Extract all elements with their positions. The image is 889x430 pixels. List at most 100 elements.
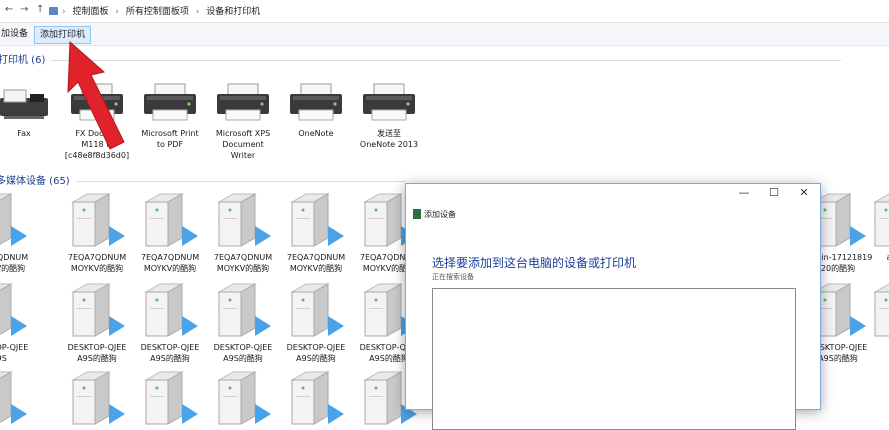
chevron-right-icon: › [115, 7, 119, 17]
media-server-icon [133, 280, 207, 340]
media-device-item[interactable]: DESKTOP-QJEE A9S的酷狗 [133, 280, 207, 364]
device-label-line: A9S [0, 354, 7, 363]
device-label-line: A9S的酷狗 [77, 354, 117, 363]
device-label-line: DESKTOP-QJEE [286, 343, 346, 352]
media-device-item[interactable]: 7EQA7QDNUM MOYKV的酷狗 [133, 190, 207, 274]
printer-item[interactable]: OneNote [282, 78, 350, 139]
search-status: 正在搜索设备 [432, 273, 474, 281]
device-label-line: MOYKV的酷狗 [143, 264, 197, 273]
media-device-item[interactable] [279, 368, 353, 430]
group-title: 打印机 (6) [0, 55, 46, 66]
device-label-line: Fax [17, 129, 31, 138]
media-server-icon [206, 190, 280, 250]
media-device-item[interactable]: DESKTOP-QJEE A9S [0, 280, 36, 364]
back-icon[interactable]: ← [5, 4, 13, 15]
up-icon[interactable]: ↑ [36, 4, 44, 15]
chevron-right-icon: › [195, 7, 200, 17]
add-device-button[interactable]: 加设备 [0, 26, 33, 42]
media-server-icon [0, 368, 36, 428]
close-button[interactable]: ✕ [794, 186, 814, 199]
device-label-line: 7EQA7QDNUM [0, 253, 29, 262]
divider [51, 59, 842, 61]
dialog-heading: 选择要添加到这台电脑的设备或打印机 [432, 256, 637, 270]
media-server-icon [279, 368, 353, 428]
minimize-button[interactable]: — [734, 186, 754, 199]
printer-icon [282, 78, 350, 122]
forward-icon[interactable]: → [20, 4, 28, 15]
device-label-line: 7EQA7QDNUM [67, 253, 127, 262]
device-label-line: MOYKV的酷狗 [0, 264, 26, 273]
device-label-line: 7EQA7QDNUM [140, 253, 200, 262]
printer-icon [355, 78, 423, 122]
device-label-line: MOYKV的酷狗 [289, 264, 343, 273]
device-label-line: DE [862, 342, 889, 353]
device-label-line: Microsoft Print [141, 129, 199, 138]
printer-item[interactable]: Microsoft XPS Document Writer [209, 78, 277, 161]
device-label-line: OneNote [298, 129, 334, 138]
media-server-icon [206, 280, 280, 340]
media-device-item[interactable]: DESKTOP-QJEE A9S的酷狗 [60, 280, 134, 364]
control-panel-icon [49, 7, 58, 15]
media-server-icon [0, 280, 36, 340]
group-title: 多媒体设备 (65) [0, 176, 70, 187]
media-server-icon [862, 190, 889, 250]
breadcrumb-item[interactable]: 控制面板 [72, 7, 108, 17]
printer-icon [209, 78, 277, 122]
media-server-icon [60, 280, 134, 340]
media-device-item[interactable]: DESKTOP-QJEE A9S的酷狗 [206, 280, 280, 364]
media-server-icon [60, 368, 134, 428]
media-server-icon [279, 190, 353, 250]
media-device-item[interactable]: 7EQA7QDNUM MOYKV的酷狗 [0, 190, 36, 274]
divider [75, 180, 406, 182]
dialog-title: 添加设备 [424, 210, 456, 219]
printer-icon [136, 78, 204, 122]
device-label-line: A9S的酷狗 [150, 354, 190, 363]
media-device-item[interactable]: 7EQA7QDNUM MOYKV的酷狗 [279, 190, 353, 274]
device-label-line: A9S的酷狗 [223, 354, 263, 363]
device-search-results[interactable] [432, 288, 796, 430]
add-device-icon [413, 209, 421, 219]
media-device-item[interactable]: admin [862, 190, 889, 263]
add-device-dialog: — ☐ ✕ 添加设备 选择要添加到这台电脑的设备或打印机 正在搜索设备 [405, 183, 821, 430]
media-server-icon [133, 190, 207, 250]
device-label-line: Document [222, 140, 264, 149]
device-label-line: DESKTOP-QJEE [0, 343, 29, 352]
media-server-icon [862, 280, 889, 340]
media-server-icon [206, 368, 280, 428]
device-label-line: 发送至 [377, 129, 401, 138]
media-server-icon [60, 190, 134, 250]
device-label-line: OneNote 2013 [359, 140, 419, 149]
device-label-line: Microsoft XPS [215, 129, 271, 138]
media-device-item[interactable]: DE [862, 280, 889, 353]
media-device-item[interactable]: 7EQA7QDNUM MOYKV的酷狗 [60, 190, 134, 274]
red-arrow-annotation [67, 40, 125, 150]
device-label-line: 7EQA7QDNUM [213, 253, 273, 262]
printer-item[interactable]: Fax [0, 78, 58, 139]
device-label-line: Writer [230, 151, 256, 160]
media-server-icon [133, 368, 207, 428]
media-device-item[interactable] [60, 368, 134, 430]
device-label-line: MOYKV的酷狗 [216, 264, 270, 273]
device-label-line: A9S的酷狗 [296, 354, 336, 363]
media-device-item[interactable] [0, 368, 36, 430]
breadcrumb-item[interactable]: 所有控制面板项 [126, 7, 189, 17]
media-device-item[interactable]: DESKTOP-QJEE A9S的酷狗 [279, 280, 353, 364]
media-device-item[interactable]: 7EQA7QDNUM MOYKV的酷狗 [206, 190, 280, 274]
media-device-item[interactable] [133, 368, 207, 430]
device-label-line: DESKTOP-QJEE [67, 343, 127, 352]
device-label-line: DESKTOP-QJEE [140, 343, 200, 352]
device-label-line: admin [886, 253, 889, 262]
maximize-button[interactable]: ☐ [764, 186, 784, 199]
device-label-line: to PDF [156, 140, 184, 149]
fax-icon [0, 78, 58, 122]
breadcrumb-item[interactable]: 设备和打印机 [206, 7, 260, 17]
media-group-header[interactable]: 多媒体设备 (65) [0, 172, 406, 187]
media-device-item[interactable] [206, 368, 280, 430]
media-server-icon [0, 190, 36, 250]
device-label-line: 7EQA7QDNUM [286, 253, 346, 262]
printer-item[interactable]: 发送至 OneNote 2013 [355, 78, 423, 150]
chevron-right-icon: › [62, 7, 66, 17]
device-label-line: DESKTOP-QJEE [213, 343, 273, 352]
breadcrumb: › 控制面板 › 所有控制面板项 › 设备和打印机 [62, 4, 264, 17]
printer-item[interactable]: Microsoft Print to PDF [136, 78, 204, 150]
